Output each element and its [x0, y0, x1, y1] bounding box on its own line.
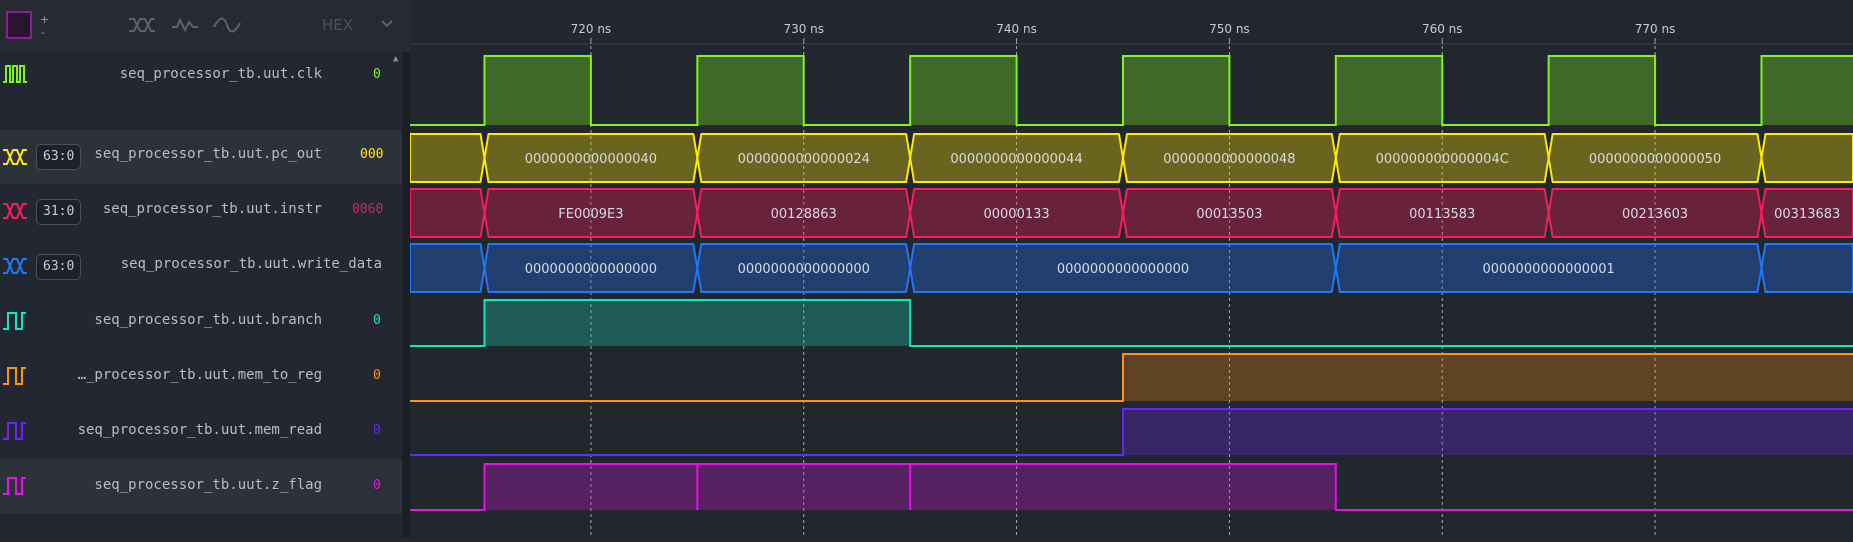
signal-row-mem-to-reg[interactable]: …_processor_tb.uut.mem_to_reg 0: [0, 349, 402, 404]
pc-out-bus-value: 000000000000004C: [1376, 152, 1509, 167]
instr-bus-value: 00213603: [1622, 207, 1688, 222]
bit-range-badge: 63:0: [36, 144, 82, 170]
waveform-area[interactable]: 720 ns730 ns740 ns750 ns760 ns770 ns7000…: [409, 0, 1853, 538]
signal-name: seq_processor_tb.uut.instr: [102, 201, 322, 217]
bit-signal-icon: [3, 422, 26, 440]
format-select-label: HEX: [322, 16, 354, 34]
write-data-bus-value: 0000000000000000: [738, 262, 870, 277]
signal-row-mem-read[interactable]: seq_processor_tb.uut.mem_read 0: [0, 404, 402, 459]
signal-name: seq_processor_tb.uut.mem_read: [77, 422, 322, 438]
signal-names-panel: seq_processor_tb.uut.clk 0 63:0 seq_proc…: [0, 52, 402, 538]
bus-signal-icon: [3, 203, 27, 219]
instr-bus-value: 00000133: [983, 207, 1049, 222]
pc-out-bus-segment: [409, 133, 486, 183]
signal-value: 0: [373, 313, 381, 328]
bus-signal-icon: [3, 258, 27, 274]
signal-name: seq_processor_tb.uut.write_data: [120, 256, 382, 272]
pc-out-bus-value: 0000000000000040: [525, 152, 657, 167]
z-flag-high-fill: [697, 464, 911, 510]
bit-range-badge: 31:0: [36, 199, 82, 225]
signal-row-branch[interactable]: seq_processor_tb.uut.branch 0: [0, 294, 402, 349]
time-label: 720 ns: [571, 22, 612, 36]
mem-to-reg-high-fill: [1122, 354, 1853, 401]
signal-value: 0060: [352, 202, 384, 217]
signal-value: 0: [373, 67, 381, 82]
pc-out-bus-value: 0000000000000050: [1589, 152, 1721, 167]
instr-bus-value: 00013503: [1196, 207, 1262, 222]
signal-name: seq_processor_tb.uut.z_flag: [94, 477, 322, 493]
signal-name: seq_processor_tb.uut.branch: [94, 312, 322, 328]
instr-bus-value: 00113583: [1409, 207, 1475, 222]
pc-out-bus-value: 0000000000000044: [950, 152, 1082, 167]
clock-high-fill: [484, 56, 591, 125]
clock-signal-icon: [3, 65, 27, 83]
clock-high-fill: [910, 56, 1017, 125]
format-select[interactable]: HEX: [318, 12, 396, 38]
signal-row-clk[interactable]: seq_processor_tb.uut.clk 0: [0, 52, 402, 130]
signal-name: seq_processor_tb.uut.pc_out: [94, 146, 322, 162]
instr-bus-value: 00313683: [1774, 207, 1840, 222]
write-data-bus-value: 0000000000000000: [1057, 262, 1189, 277]
analog-smooth-icon[interactable]: [212, 14, 242, 36]
signal-value: 0: [373, 478, 381, 493]
signal-row-instr[interactable]: 31:0 seq_processor_tb.uut.instr 0060: [0, 184, 402, 239]
chevron-down-icon: [381, 20, 393, 28]
bit-signal-icon: [3, 312, 26, 330]
time-label: 770 ns: [1635, 22, 1676, 36]
time-label: 730 ns: [783, 22, 824, 36]
write-data-bus-value: 0000000000000001: [1482, 262, 1614, 277]
instr-bus-value: 00128863: [771, 207, 837, 222]
remove-button[interactable]: -: [41, 27, 45, 38]
waveform-viewer: + - HEX seq_processor_tb.uut.clk 0 63:0 …: [0, 0, 1853, 538]
panel-divider[interactable]: [402, 52, 410, 538]
toolbar: + - HEX: [0, 0, 410, 52]
bus-signal-icon: [3, 149, 27, 165]
time-label: 740 ns: [996, 22, 1037, 36]
color-swatch-button[interactable]: [6, 11, 32, 39]
waveform-canvas[interactable]: 720 ns730 ns740 ns750 ns760 ns770 ns7000…: [409, 0, 1853, 538]
signal-name: …_processor_tb.uut.mem_to_reg: [77, 367, 322, 383]
clock-high-fill: [1761, 56, 1853, 125]
write-data-bus-segment: [1760, 243, 1853, 293]
z-flag-high-fill: [910, 464, 1336, 510]
write-data-bus-value: 0000000000000000: [525, 262, 657, 277]
pc-out-bus-segment: [1760, 133, 1853, 183]
pc-out-bus-value: 0000000000000048: [1163, 152, 1295, 167]
clock-high-fill: [1548, 56, 1656, 125]
signal-value: 0: [373, 423, 381, 438]
mem-read-high-fill: [1122, 409, 1853, 455]
add-button[interactable]: +: [40, 14, 49, 25]
signal-row-z-flag[interactable]: seq_processor_tb.uut.z_flag 0: [0, 459, 402, 514]
bit-range-badge: 63:0: [36, 254, 82, 280]
signal-row-write-data[interactable]: 63:0 seq_processor_tb.uut.write_data: [0, 239, 402, 294]
signal-row-pc-out[interactable]: 63:0 seq_processor_tb.uut.pc_out 000: [0, 130, 402, 184]
clock-high-fill: [1122, 56, 1230, 125]
signal-value: 000: [360, 147, 384, 162]
analog-step-icon[interactable]: [170, 14, 200, 36]
clock-high-fill: [697, 56, 804, 125]
time-label: 750 ns: [1209, 22, 1250, 36]
bit-signal-icon: [3, 367, 26, 385]
bit-signal-icon: [3, 477, 26, 495]
z-flag-high-fill: [484, 464, 698, 510]
signal-value: 0: [373, 368, 381, 383]
signal-name: seq_processor_tb.uut.clk: [119, 66, 322, 82]
write-data-bus-segment: [409, 243, 486, 293]
instr-bus-segment: [409, 188, 486, 238]
branch-high-fill: [484, 300, 911, 346]
clock-high-fill: [1335, 56, 1443, 125]
instr-bus-value: FE0009E3: [558, 207, 623, 222]
bus-signal-icon[interactable]: [127, 14, 157, 36]
scroll-up-icon[interactable]: ▲: [393, 54, 398, 64]
pc-out-bus-value: 0000000000000024: [738, 152, 870, 167]
time-label: 760 ns: [1422, 22, 1463, 36]
